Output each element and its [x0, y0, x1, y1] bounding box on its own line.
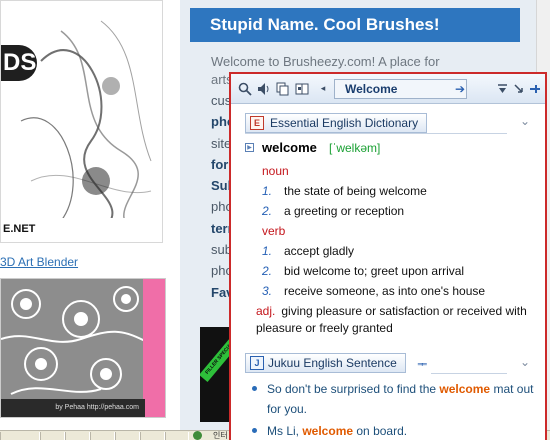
status-cell	[115, 432, 140, 440]
definitions: noun 1. the state of being welcome 2. a gr…	[256, 161, 537, 336]
arrow-right-icon[interactable]: ➔	[453, 79, 467, 99]
chevron-down-icon[interactable]: ⌄	[519, 115, 531, 127]
thumb-caption: E.NET	[1, 218, 162, 240]
floral-credit: by Pehaa http://pehaa.com	[1, 399, 145, 417]
ad-badge: FILLER SPECIAL	[200, 335, 230, 382]
sense-number: 1.	[262, 184, 273, 198]
section-divider	[245, 133, 507, 134]
floral-artwork	[1, 286, 146, 395]
ad-badge-text: FILLER SPECIAL	[204, 340, 230, 376]
sense-text: receive someone, as into one's house	[284, 284, 486, 298]
thumb-corner-badge: DS	[1, 45, 37, 81]
sense-number: 2.	[262, 264, 273, 278]
smoke-artwork	[20, 20, 152, 237]
sense-text: accept gladly	[284, 244, 355, 258]
speaker-icon[interactable]	[256, 81, 271, 96]
floral-brush-thumbnail[interactable]: by Pehaa http://pehaa.com	[0, 278, 166, 418]
sense-item: 1. accept gladly	[262, 241, 537, 261]
dictionary-popup: ◂ ▸ Welcome ➔ E Essential English Dictio…	[229, 72, 547, 440]
sentence-after: on board.	[353, 424, 408, 438]
bullet	[252, 428, 257, 433]
sense-number: 1.	[262, 244, 273, 258]
left-column: DS E.NET 3D Art Blender by Pehaa http://…	[0, 0, 180, 430]
part-of-speech: verb	[262, 224, 286, 238]
sense-item: 3. receive someone, as into one's house	[262, 281, 537, 301]
popup-toolbar: ◂ ▸ Welcome ➔	[231, 74, 545, 104]
dictionary-section-title: Essential English Dictionary	[270, 116, 419, 130]
internet-zone-icon	[193, 431, 202, 440]
art-blender-link[interactable]: 3D Art Blender	[0, 255, 78, 269]
status-cell	[165, 432, 189, 440]
status-cell	[90, 432, 115, 440]
sense-item: 1. the state of being welcome	[262, 181, 537, 201]
adj-text: giving pleasure or satisfaction or recei…	[256, 304, 527, 335]
popup-content: E Essential English Dictionary ⌄ ▶ welco…	[231, 105, 545, 440]
sentence-section-tab[interactable]: J Jukuu English Sentence	[245, 353, 406, 373]
headword: welcome	[262, 140, 317, 155]
sense-number: 2.	[262, 204, 273, 218]
copy-icon[interactable]	[275, 81, 290, 96]
sentence-keyword: welcome	[302, 424, 354, 438]
status-cell	[140, 432, 165, 440]
status-cell	[0, 432, 40, 440]
status-cell	[65, 432, 90, 440]
magnifier-icon[interactable]	[237, 81, 252, 96]
book-icon[interactable]	[294, 81, 309, 96]
section-divider	[431, 373, 507, 374]
sentence-keyword: welcome	[439, 382, 491, 396]
jukuu-logo-icon: J	[250, 356, 264, 370]
status-zone-text: 인터	[213, 431, 228, 440]
dark-ad-thumbnail[interactable]: FILLER SPECIAL	[200, 327, 230, 422]
site-header-title: Stupid Name. Cool Brushes!	[190, 8, 520, 42]
dictionary-section-tab[interactable]: E Essential English Dictionary	[245, 113, 428, 133]
adj-pos: adj.	[256, 304, 276, 318]
chevron-down-icon[interactable]: ⌄	[519, 356, 531, 368]
sentence-before: So don't be surprised to find the	[267, 382, 440, 396]
intro-line-1: Welcome to Brusheezy.com! A place for	[211, 54, 440, 69]
sense-number: 3.	[262, 284, 273, 298]
example-sentence: So don't be surprised to find the welcom…	[249, 379, 539, 419]
phonetic-transcription: [ˈwelkəm]	[329, 141, 381, 155]
sense-text: a greeting or reception	[284, 204, 405, 218]
status-cell	[40, 432, 65, 440]
expand-icon[interactable]	[511, 81, 526, 96]
sense-text: the state of being welcome	[284, 184, 427, 198]
smoke-brush-thumbnail[interactable]: DS E.NET	[0, 0, 163, 243]
sense-item: 2. bid welcome to; greet upon arrival	[262, 261, 537, 281]
adjective-definition: adj. giving pleasure or satisfaction or r…	[256, 303, 537, 336]
pink-stripe	[143, 279, 165, 417]
example-sentences: So don't be surprised to find the welcom…	[249, 379, 539, 440]
play-audio-icon[interactable]: ▶	[245, 143, 254, 152]
sense-item: 2. a greeting or reception	[262, 201, 537, 221]
dictionary-book-icon: E	[250, 116, 264, 130]
sentence-before: Ms Li,	[267, 424, 303, 438]
sentence-filter-icon[interactable]: ᆍ	[417, 356, 427, 372]
part-of-speech: noun	[262, 164, 289, 178]
history-back-icon[interactable]: ◂	[318, 81, 328, 96]
sentence-section-title: Jukuu English Sentence	[268, 356, 397, 370]
pin-icon[interactable]	[527, 81, 542, 96]
filter-icon[interactable]	[495, 81, 510, 96]
example-sentence: Ms Li, welcome on board.	[249, 421, 539, 440]
sense-text: bid welcome to; greet upon arrival	[284, 264, 465, 278]
lookup-word-field[interactable]: Welcome	[334, 79, 467, 99]
bullet	[252, 386, 257, 391]
